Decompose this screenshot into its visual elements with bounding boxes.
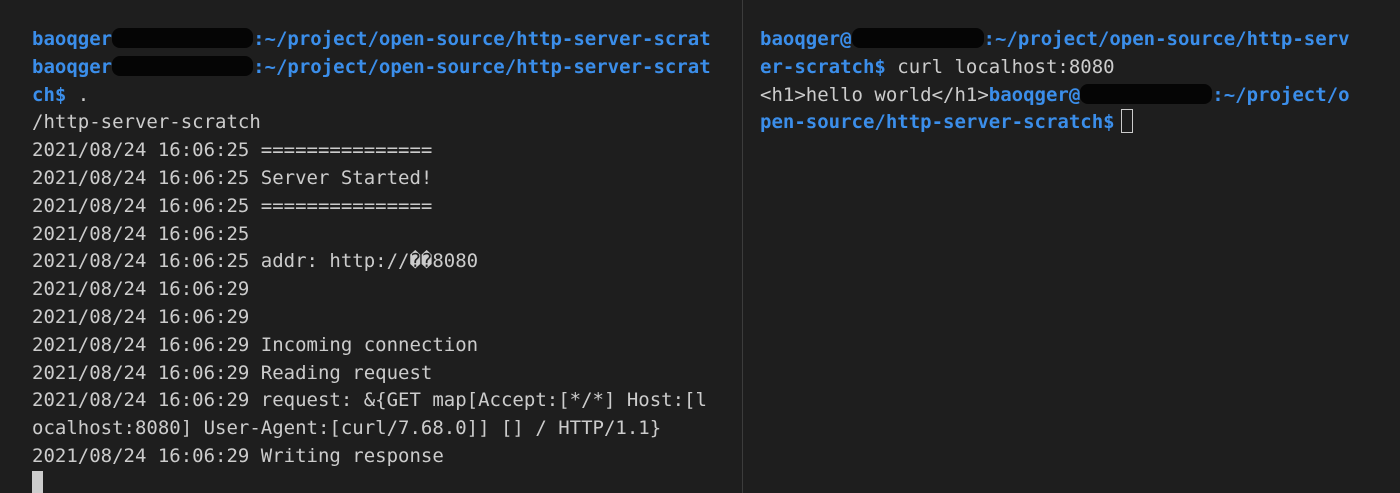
terminal-line: ch$ .: [32, 82, 742, 110]
output-line: 2021/08/24 16:06:25: [32, 222, 250, 245]
terminal-line: er-scratch$ curl localhost:8080: [760, 54, 1400, 82]
output-line: 2021/08/24 16:06:25 addr: http://��8080: [32, 250, 479, 273]
left-terminal-pane[interactable]: baoqger :~/project/open-source/http-serve…: [0, 0, 742, 493]
prompt-path: :~/project/open-source/http-server-scrat: [253, 28, 711, 50]
right-terminal-pane[interactable]: baoqger@:~/project/open-source/http-serv…: [743, 0, 1400, 493]
terminal-line: baoqger :~/project/open-source/http-serve…: [32, 54, 742, 82]
terminal-line: baoqger@ :~/project/open-source/http-serv: [760, 26, 1400, 54]
terminal-line: baoqger :~/project/open-source/http-serve…: [32, 26, 742, 54]
output-line: /http-server-scratch: [32, 111, 261, 134]
prompt-path: :~/project/o: [1212, 83, 1350, 106]
terminal-line: <h1>hello world</h1>baoqger@ :~/project/o: [760, 82, 1400, 110]
output-line: 2021/08/24 16:06:25 ===============: [32, 194, 433, 217]
output-line: 2021/08/24 16:06:29 Writing response: [32, 444, 444, 467]
output-line: 2021/08/24 16:06:29 Reading request: [32, 361, 433, 384]
output-line: 2021/08/24 16:06:25 ===============: [32, 139, 433, 162]
output-line: ocalhost:8080] User-Agent:[curl/7.68.0]]…: [32, 417, 662, 440]
prompt-user: baoqger@: [760, 28, 852, 50]
command-output: <h1>hello world</h1>: [760, 83, 989, 106]
command-text: .: [66, 83, 90, 106]
prompt-path: :~/project/open-source/http-serv: [983, 28, 1350, 50]
prompt-path: ch$: [32, 83, 67, 106]
prompt-path: er-scratch$: [760, 55, 886, 78]
prompt-path: :~/project/open-source/http-server-scrat: [253, 55, 711, 78]
terminal-cursor: [32, 470, 43, 493]
redacted-hostname: [112, 55, 254, 76]
redacted-hostname: [851, 28, 984, 48]
prompt-path: pen-source/http-server-scratch$: [760, 111, 1115, 134]
prompt-user: baoqger: [32, 28, 113, 50]
output-line: 2021/08/24 16:06:29: [32, 278, 250, 301]
output-line: 2021/08/24 16:06:29 Incoming connection: [32, 333, 479, 356]
output-line: 2021/08/24 16:06:25 Server Started!: [32, 166, 433, 189]
terminal-line: pen-source/http-server-scratch$: [760, 109, 1400, 137]
prompt-user: baoqger@: [988, 83, 1081, 106]
prompt-user: baoqger: [32, 55, 113, 78]
output-line: 2021/08/24 16:06:29: [32, 305, 250, 328]
terminal-cursor: [1120, 109, 1133, 134]
terminal-line: [32, 470, 742, 493]
redacted-hostname: [1080, 83, 1213, 104]
command-text: curl localhost:8080: [885, 55, 1115, 78]
redacted-hostname: [112, 28, 254, 48]
output-line: 2021/08/24 16:06:29 request: &{GET map[A…: [32, 389, 707, 412]
